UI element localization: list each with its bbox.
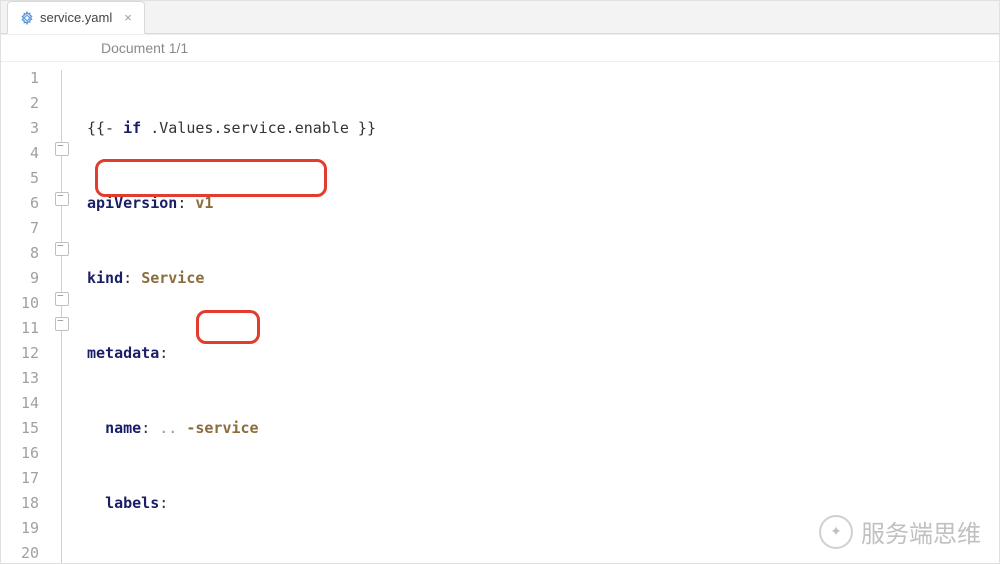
line-number: 12	[5, 341, 39, 366]
gear-icon	[20, 11, 34, 25]
tab-title: service.yaml	[40, 10, 112, 25]
line-number: 19	[5, 516, 39, 541]
line-number: 8	[5, 241, 39, 266]
breadcrumb-text: Document 1/1	[101, 40, 188, 56]
line-number: 5	[5, 166, 39, 191]
line-number: 14	[5, 391, 39, 416]
line-number: 2	[5, 91, 39, 116]
editor-area[interactable]: 1234567891011121314151617181920 {{- if .…	[1, 62, 999, 564]
line-number: 1	[5, 66, 39, 91]
code-line: kind: Service	[87, 266, 999, 291]
watermark-text: 服务端思维	[861, 514, 981, 549]
code-line: apiVersion: v1	[87, 191, 999, 216]
line-number-gutter: 1234567891011121314151617181920	[1, 62, 47, 564]
fold-toggle-icon[interactable]	[55, 192, 69, 206]
tab-strip: service.yaml ×	[1, 1, 999, 34]
annotation-box	[196, 310, 260, 344]
line-number: 15	[5, 416, 39, 441]
fold-toggle-icon[interactable]	[55, 142, 69, 156]
line-number: 9	[5, 266, 39, 291]
line-number: 7	[5, 216, 39, 241]
line-number: 4	[5, 141, 39, 166]
code-line: name: .. -service	[87, 416, 999, 441]
editor-window: service.yaml × Document 1/1 123456789101…	[0, 0, 1000, 564]
line-number: 13	[5, 366, 39, 391]
line-number: 10	[5, 291, 39, 316]
breadcrumb[interactable]: Document 1/1	[1, 34, 999, 62]
line-number: 6	[5, 191, 39, 216]
fold-toggle-icon[interactable]	[55, 317, 69, 331]
code-line: metadata:	[87, 341, 999, 366]
fold-gutter	[47, 62, 79, 564]
watermark: ✦ 服务端思维	[819, 514, 981, 549]
code-line: labels:	[87, 491, 999, 516]
line-number: 16	[5, 441, 39, 466]
code-line: {{- if .Values.service.enable }}	[87, 116, 999, 141]
fold-toggle-icon[interactable]	[55, 242, 69, 256]
line-number: 17	[5, 466, 39, 491]
code-content[interactable]: {{- if .Values.service.enable }} apiVers…	[79, 62, 999, 564]
wechat-icon: ✦	[819, 515, 853, 549]
fold-toggle-icon[interactable]	[55, 292, 69, 306]
file-tab-service-yaml[interactable]: service.yaml ×	[7, 1, 145, 34]
line-number: 11	[5, 316, 39, 341]
line-number: 3	[5, 116, 39, 141]
close-icon[interactable]: ×	[124, 10, 132, 25]
line-number: 18	[5, 491, 39, 516]
line-number: 20	[5, 541, 39, 564]
